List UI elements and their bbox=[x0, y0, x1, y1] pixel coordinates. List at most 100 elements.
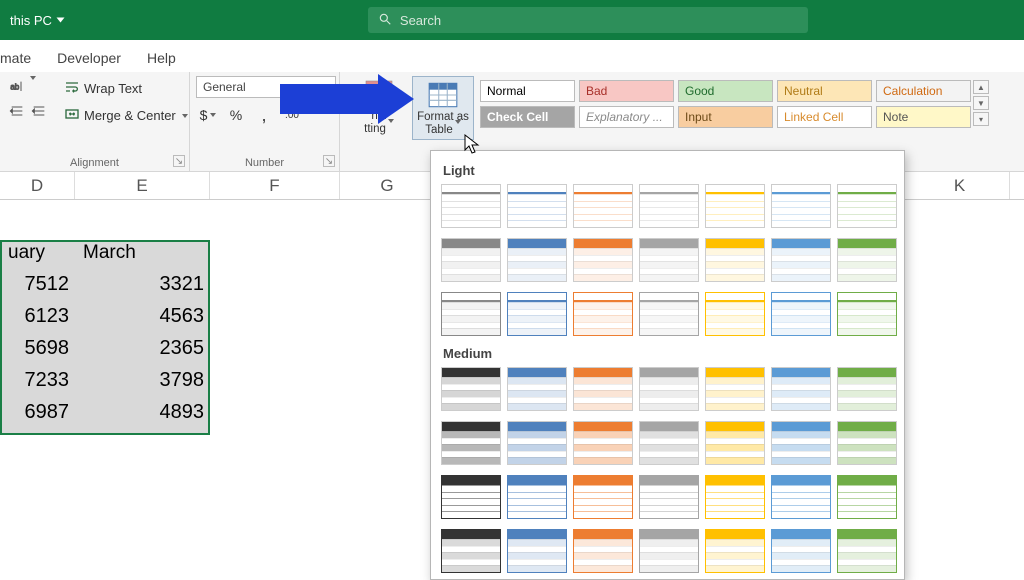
chevron-down-icon bbox=[455, 120, 461, 136]
table-style-swatch[interactable] bbox=[573, 529, 633, 573]
style-normal[interactable]: Normal bbox=[480, 80, 575, 102]
table-style-swatch[interactable] bbox=[573, 421, 633, 465]
style-good[interactable]: Good bbox=[678, 80, 773, 102]
table-style-swatch[interactable] bbox=[837, 421, 897, 465]
table-style-swatch[interactable] bbox=[573, 184, 633, 228]
table-style-swatch[interactable] bbox=[573, 238, 633, 282]
table-style-swatch[interactable] bbox=[771, 292, 831, 336]
table-style-swatch[interactable] bbox=[573, 475, 633, 519]
chevron-down-icon[interactable] bbox=[182, 114, 188, 118]
table-row[interactable]: 61234563 bbox=[0, 300, 210, 332]
table-style-swatch[interactable] bbox=[441, 184, 501, 228]
style-calculation[interactable]: Calculation bbox=[876, 80, 971, 102]
table-style-swatch[interactable] bbox=[837, 238, 897, 282]
increase-decimal-button[interactable]: .00 bbox=[280, 104, 304, 126]
decrease-indent-button[interactable] bbox=[6, 100, 28, 122]
table-style-swatch[interactable] bbox=[507, 292, 567, 336]
increase-indent-button[interactable] bbox=[28, 100, 50, 122]
style-bad[interactable]: Bad bbox=[579, 80, 674, 102]
table-style-swatch[interactable] bbox=[771, 238, 831, 282]
search-icon bbox=[378, 12, 392, 29]
header-col2[interactable]: March bbox=[75, 240, 210, 268]
table-style-swatch[interactable] bbox=[705, 421, 765, 465]
table-style-swatch[interactable] bbox=[639, 184, 699, 228]
comma-button[interactable]: , bbox=[252, 104, 276, 126]
style-linked-cell[interactable]: Linked Cell bbox=[777, 106, 872, 128]
table-style-swatch[interactable] bbox=[705, 367, 765, 411]
table-style-swatch[interactable] bbox=[705, 184, 765, 228]
tab-developer[interactable]: Developer bbox=[57, 50, 121, 72]
chevron-down-icon[interactable] bbox=[56, 18, 64, 23]
number-dialog-launcher[interactable]: ↘ bbox=[323, 155, 335, 167]
table-style-swatch[interactable] bbox=[639, 292, 699, 336]
style-neutral[interactable]: Neutral bbox=[777, 80, 872, 102]
table-style-swatch[interactable] bbox=[639, 475, 699, 519]
table-style-swatch[interactable] bbox=[507, 421, 567, 465]
scroll-up-icon[interactable]: ▲ bbox=[973, 80, 989, 94]
table-style-swatch[interactable] bbox=[507, 184, 567, 228]
table-style-swatch[interactable] bbox=[771, 367, 831, 411]
table-style-swatch[interactable] bbox=[705, 529, 765, 573]
table-style-swatch[interactable] bbox=[639, 238, 699, 282]
table-row[interactable]: 69874893 bbox=[0, 396, 210, 428]
table-style-swatch[interactable] bbox=[507, 367, 567, 411]
table-style-swatch[interactable] bbox=[441, 292, 501, 336]
table-style-swatch[interactable] bbox=[639, 367, 699, 411]
format-as-table-gallery[interactable]: Light Medium bbox=[430, 150, 905, 580]
merge-center-button[interactable]: Merge & Center bbox=[58, 103, 194, 128]
table-style-swatch[interactable] bbox=[639, 529, 699, 573]
table-style-swatch[interactable] bbox=[837, 475, 897, 519]
table-style-swatch[interactable] bbox=[507, 475, 567, 519]
more-styles-icon[interactable]: ▾ bbox=[973, 112, 989, 126]
section-medium-label: Medium bbox=[443, 346, 894, 361]
style-input[interactable]: Input bbox=[678, 106, 773, 128]
table-style-swatch[interactable] bbox=[441, 475, 501, 519]
table-style-swatch[interactable] bbox=[573, 367, 633, 411]
table-style-swatch[interactable] bbox=[837, 184, 897, 228]
table-style-swatch[interactable] bbox=[705, 238, 765, 282]
table-style-swatch[interactable] bbox=[705, 292, 765, 336]
table-row[interactable]: 72333798 bbox=[0, 364, 210, 396]
table-style-swatch[interactable] bbox=[507, 238, 567, 282]
table-style-swatch[interactable] bbox=[771, 475, 831, 519]
format-as-table-button[interactable]: Format as Table bbox=[412, 76, 474, 140]
table-style-swatch[interactable] bbox=[837, 367, 897, 411]
col-header-K[interactable]: K bbox=[910, 172, 1010, 199]
tab-help[interactable]: Help bbox=[147, 50, 176, 72]
currency-button[interactable]: $ bbox=[196, 104, 220, 126]
table-style-swatch[interactable] bbox=[441, 529, 501, 573]
col-header-F[interactable]: F bbox=[210, 172, 340, 199]
table-style-swatch[interactable] bbox=[837, 529, 897, 573]
style-explanatory[interactable]: Explanatory ... bbox=[579, 106, 674, 128]
table-style-swatch[interactable] bbox=[441, 367, 501, 411]
col-header-G[interactable]: G bbox=[340, 172, 435, 199]
table-style-swatch[interactable] bbox=[441, 238, 501, 282]
table-style-swatch[interactable] bbox=[639, 421, 699, 465]
table-style-swatch[interactable] bbox=[837, 292, 897, 336]
table-style-swatch[interactable] bbox=[441, 421, 501, 465]
header-col1[interactable]: uary bbox=[0, 240, 75, 268]
scroll-down-icon[interactable]: ▼ bbox=[973, 96, 989, 110]
search-box[interactable]: Search bbox=[368, 7, 808, 33]
style-check-cell[interactable]: Check Cell bbox=[480, 106, 575, 128]
cell-styles-scroller[interactable]: ▲ ▼ ▾ bbox=[973, 80, 989, 128]
alignment-dialog-launcher[interactable]: ↘ bbox=[173, 155, 185, 167]
table-style-swatch[interactable] bbox=[771, 529, 831, 573]
table-style-swatch[interactable] bbox=[573, 292, 633, 336]
table-row[interactable]: 56982365 bbox=[0, 332, 210, 364]
style-note[interactable]: Note bbox=[876, 106, 971, 128]
wrap-text-button[interactable]: Wrap Text bbox=[58, 76, 194, 101]
table-style-swatch[interactable] bbox=[507, 529, 567, 573]
conditional-formatting-button[interactable]: nal tting bbox=[348, 76, 410, 138]
chevron-down-icon[interactable] bbox=[30, 76, 36, 80]
orientation-button[interactable]: ab bbox=[6, 76, 28, 98]
col-header-E[interactable]: E bbox=[75, 172, 210, 199]
table-style-swatch[interactable] bbox=[705, 475, 765, 519]
table-style-swatch[interactable] bbox=[771, 184, 831, 228]
table-style-swatch[interactable] bbox=[771, 421, 831, 465]
percent-button[interactable]: % bbox=[224, 104, 248, 126]
tab-partial-mate[interactable]: mate bbox=[0, 50, 31, 72]
table-row[interactable]: 75123321 bbox=[0, 268, 210, 300]
number-format-dropdown[interactable]: General bbox=[196, 76, 336, 98]
col-header-D[interactable]: D bbox=[0, 172, 75, 199]
